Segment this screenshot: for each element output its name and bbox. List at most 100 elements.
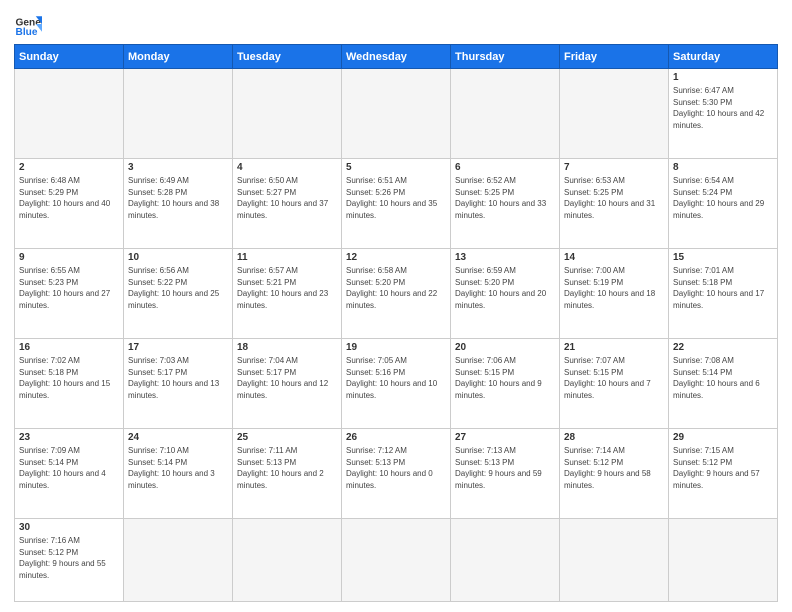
calendar-cell: 19 Sunrise: 7:05 AM Sunset: 5:16 PM Dayli…: [342, 339, 451, 429]
day-info: Sunrise: 7:05 AM Sunset: 5:16 PM Dayligh…: [346, 355, 446, 401]
calendar-cell: 11Sunrise: 6:57 AM Sunset: 5:21 PM Dayli…: [233, 249, 342, 339]
day-number: 8: [673, 162, 773, 173]
calendar-cell: 15 Sunrise: 7:01 AM Sunset: 5:18 PM Dayli…: [669, 249, 778, 339]
logo-icon: General Blue: [14, 10, 42, 38]
calendar-week-row: 1 Sunrise: 6:47 AM Sunset: 5:30 PM Daylig…: [15, 69, 778, 159]
day-info: Sunrise: 7:08 AM Sunset: 5:14 PM Dayligh…: [673, 355, 773, 401]
day-number: 5: [346, 162, 446, 173]
day-number: 24: [128, 432, 228, 443]
day-info: Sunrise: 7:13 AM Sunset: 5:13 PM Dayligh…: [455, 445, 555, 491]
day-number: 11: [237, 252, 337, 263]
day-number: 12: [346, 252, 446, 263]
calendar-cell: 21 Sunrise: 7:07 AM Sunset: 5:15 PM Dayli…: [560, 339, 669, 429]
calendar-cell: 20 Sunrise: 7:06 AM Sunset: 5:15 PM Dayli…: [451, 339, 560, 429]
calendar-cell: [669, 519, 778, 602]
calendar-week-row: 2Sunrise: 6:48 AM Sunset: 5:29 PM Daylig…: [15, 159, 778, 249]
day-number: 6: [455, 162, 555, 173]
calendar-cell: 24 Sunrise: 7:10 AM Sunset: 5:14 PM Dayli…: [124, 429, 233, 519]
day-number: 9: [19, 252, 119, 263]
calendar-cell: 30Sunrise: 7:16 AM Sunset: 5:12 PM Dayli…: [15, 519, 124, 602]
calendar-week-row: 30Sunrise: 7:16 AM Sunset: 5:12 PM Dayli…: [15, 519, 778, 602]
day-info: Sunrise: 7:11 AM Sunset: 5:13 PM Dayligh…: [237, 445, 337, 491]
calendar-header-tuesday: Tuesday: [233, 45, 342, 69]
calendar-table: SundayMondayTuesdayWednesdayThursdayFrid…: [14, 44, 778, 602]
calendar-cell: [451, 69, 560, 159]
calendar-cell: [15, 69, 124, 159]
calendar-header-friday: Friday: [560, 45, 669, 69]
calendar-cell: 12 Sunrise: 6:58 AM Sunset: 5:20 PM Dayli…: [342, 249, 451, 339]
calendar-cell: 28Sunrise: 7:14 AM Sunset: 5:12 PM Dayli…: [560, 429, 669, 519]
day-info: Sunrise: 7:02 AM Sunset: 5:18 PM Dayligh…: [19, 355, 119, 401]
day-info: Sunrise: 7:00 AM Sunset: 5:19 PM Dayligh…: [564, 265, 664, 311]
day-number: 4: [237, 162, 337, 173]
calendar-header-wednesday: Wednesday: [342, 45, 451, 69]
day-info: Sunrise: 6:47 AM Sunset: 5:30 PM Dayligh…: [673, 85, 773, 131]
calendar-header-thursday: Thursday: [451, 45, 560, 69]
day-info: Sunrise: 7:06 AM Sunset: 5:15 PM Dayligh…: [455, 355, 555, 401]
calendar-cell: 22 Sunrise: 7:08 AM Sunset: 5:14 PM Dayli…: [669, 339, 778, 429]
day-number: 23: [19, 432, 119, 443]
calendar-header-monday: Monday: [124, 45, 233, 69]
day-number: 22: [673, 342, 773, 353]
day-info: Sunrise: 7:01 AM Sunset: 5:18 PM Dayligh…: [673, 265, 773, 311]
day-info: Sunrise: 7:09 AM Sunset: 5:14 PM Dayligh…: [19, 445, 119, 491]
calendar-cell: [560, 519, 669, 602]
calendar-header-sunday: Sunday: [15, 45, 124, 69]
day-number: 26: [346, 432, 446, 443]
day-number: 21: [564, 342, 664, 353]
calendar-cell: 25 Sunrise: 7:11 AM Sunset: 5:13 PM Dayli…: [233, 429, 342, 519]
calendar-cell: 4 Sunrise: 6:50 AM Sunset: 5:27 PM Daylig…: [233, 159, 342, 249]
calendar-cell: 7 Sunrise: 6:53 AM Sunset: 5:25 PM Daylig…: [560, 159, 669, 249]
calendar-cell: [233, 519, 342, 602]
day-number: 27: [455, 432, 555, 443]
day-number: 17: [128, 342, 228, 353]
calendar-cell: 17Sunrise: 7:03 AM Sunset: 5:17 PM Dayli…: [124, 339, 233, 429]
day-number: 28: [564, 432, 664, 443]
calendar-cell: 5 Sunrise: 6:51 AM Sunset: 5:26 PM Daylig…: [342, 159, 451, 249]
day-info: Sunrise: 7:12 AM Sunset: 5:13 PM Dayligh…: [346, 445, 446, 491]
day-info: Sunrise: 6:50 AM Sunset: 5:27 PM Dayligh…: [237, 175, 337, 221]
day-number: 19: [346, 342, 446, 353]
calendar-week-row: 9 Sunrise: 6:55 AM Sunset: 5:23 PM Daylig…: [15, 249, 778, 339]
day-number: 1: [673, 72, 773, 83]
calendar-cell: [124, 519, 233, 602]
day-info: Sunrise: 7:15 AM Sunset: 5:12 PM Dayligh…: [673, 445, 773, 491]
day-info: Sunrise: 7:07 AM Sunset: 5:15 PM Dayligh…: [564, 355, 664, 401]
calendar-cell: [233, 69, 342, 159]
calendar-cell: 2Sunrise: 6:48 AM Sunset: 5:29 PM Daylig…: [15, 159, 124, 249]
day-number: 10: [128, 252, 228, 263]
calendar-week-row: 16 Sunrise: 7:02 AM Sunset: 5:18 PM Dayli…: [15, 339, 778, 429]
day-info: Sunrise: 6:58 AM Sunset: 5:20 PM Dayligh…: [346, 265, 446, 311]
day-info: Sunrise: 7:04 AM Sunset: 5:17 PM Dayligh…: [237, 355, 337, 401]
day-number: 16: [19, 342, 119, 353]
day-info: Sunrise: 6:51 AM Sunset: 5:26 PM Dayligh…: [346, 175, 446, 221]
calendar-cell: 26 Sunrise: 7:12 AM Sunset: 5:13 PM Dayli…: [342, 429, 451, 519]
day-number: 25: [237, 432, 337, 443]
day-info: Sunrise: 6:59 AM Sunset: 5:20 PM Dayligh…: [455, 265, 555, 311]
calendar-cell: [451, 519, 560, 602]
calendar-cell: 18 Sunrise: 7:04 AM Sunset: 5:17 PM Dayli…: [233, 339, 342, 429]
day-info: Sunrise: 7:10 AM Sunset: 5:14 PM Dayligh…: [128, 445, 228, 491]
calendar-cell: 29Sunrise: 7:15 AM Sunset: 5:12 PM Dayli…: [669, 429, 778, 519]
day-info: Sunrise: 6:53 AM Sunset: 5:25 PM Dayligh…: [564, 175, 664, 221]
day-number: 15: [673, 252, 773, 263]
calendar-header-row: SundayMondayTuesdayWednesdayThursdayFrid…: [15, 45, 778, 69]
day-info: Sunrise: 6:55 AM Sunset: 5:23 PM Dayligh…: [19, 265, 119, 311]
day-info: Sunrise: 6:48 AM Sunset: 5:29 PM Dayligh…: [19, 175, 119, 221]
calendar-week-row: 23 Sunrise: 7:09 AM Sunset: 5:14 PM Dayli…: [15, 429, 778, 519]
day-info: Sunrise: 6:54 AM Sunset: 5:24 PM Dayligh…: [673, 175, 773, 221]
header: General Blue: [14, 10, 778, 38]
day-number: 3: [128, 162, 228, 173]
day-number: 18: [237, 342, 337, 353]
day-info: Sunrise: 6:56 AM Sunset: 5:22 PM Dayligh…: [128, 265, 228, 311]
day-number: 7: [564, 162, 664, 173]
day-number: 13: [455, 252, 555, 263]
day-number: 30: [19, 522, 119, 533]
calendar-cell: 3Sunrise: 6:49 AM Sunset: 5:28 PM Daylig…: [124, 159, 233, 249]
calendar-cell: [124, 69, 233, 159]
day-number: 20: [455, 342, 555, 353]
calendar-cell: 14 Sunrise: 7:00 AM Sunset: 5:19 PM Dayli…: [560, 249, 669, 339]
calendar-cell: 13 Sunrise: 6:59 AM Sunset: 5:20 PM Dayli…: [451, 249, 560, 339]
calendar-header-saturday: Saturday: [669, 45, 778, 69]
day-number: 14: [564, 252, 664, 263]
